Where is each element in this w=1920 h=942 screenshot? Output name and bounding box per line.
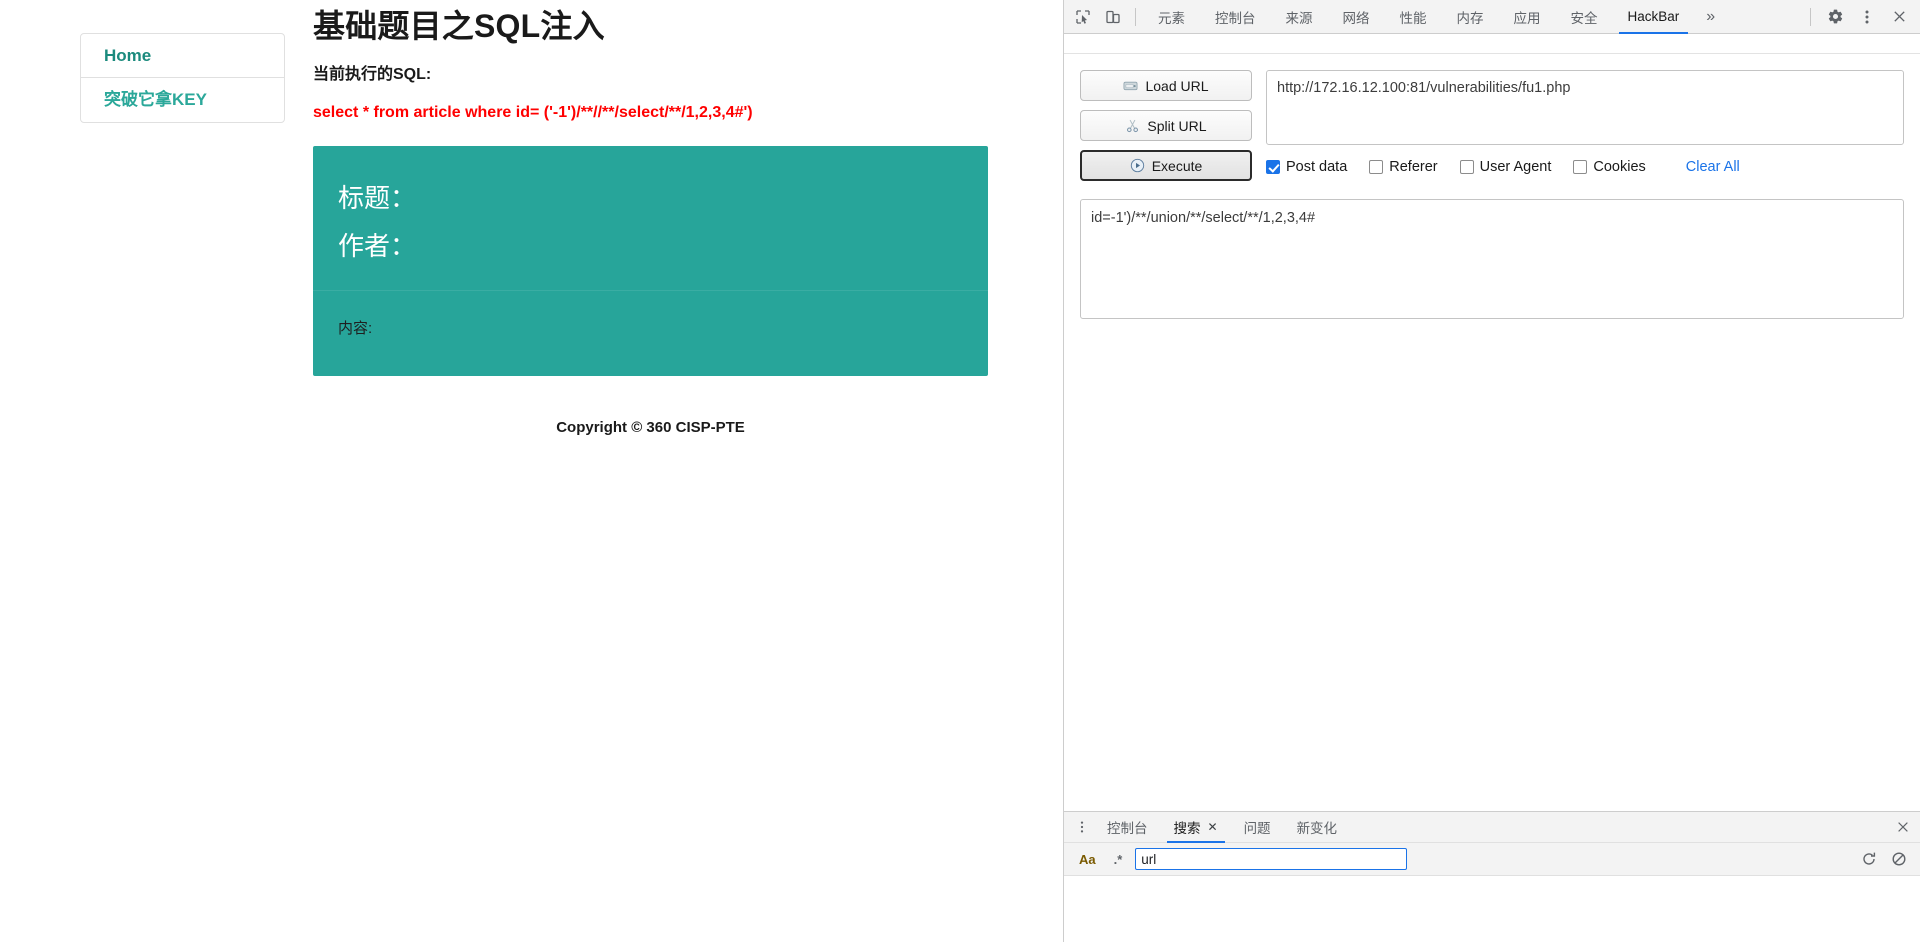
clear-all-link[interactable]: Clear All [1686,159,1740,175]
match-case-toggle[interactable]: Aa [1074,850,1101,869]
devtools-toolbar-actions [1803,3,1916,31]
sidebar-item-home[interactable]: Home [81,34,284,78]
sidebar-item-getkey-label: 突破它拿KEY [104,90,207,109]
device-toolbar-icon[interactable] [1098,3,1128,31]
search-results-area [1064,876,1920,941]
tab-security-label: 安全 [1570,10,1598,26]
drawer-tab-console[interactable]: 控制台 [1094,812,1161,843]
user-agent-checkbox[interactable] [1459,160,1474,174]
split-url-label: Split URL [1147,117,1207,134]
split-url-button[interactable]: Split URL [1080,110,1252,141]
web-page-viewport: Home 突破它拿KEY 基础题目之SQL注入 当前执行的SQL: select… [0,0,1063,942]
screenshot-root: Home 突破它拿KEY 基础题目之SQL注入 当前执行的SQL: select… [0,0,1920,942]
option-user-agent[interactable]: User Agent [1459,159,1552,175]
execute-label: Execute [1151,157,1203,174]
devtools-panel: 元素 控制台 来源 网络 性能 内存 应用 安全 HackBar » Load … [1063,0,1920,942]
search-toolbar: Aa .* [1064,843,1920,876]
close-icon[interactable] [1884,3,1914,31]
drawer-tab-search-close-icon[interactable]: ✕ [1208,820,1218,834]
drawer-tab-search[interactable]: 搜索 ✕ [1161,812,1231,843]
referer-label: Referer [1389,159,1438,175]
tab-performance[interactable]: 性能 [1385,0,1442,34]
tab-sources[interactable]: 来源 [1271,0,1328,34]
post-data-checkbox[interactable] [1266,160,1280,174]
hackbar-url-section: Post data Referer User Agent Cookie [1266,70,1904,181]
regex-toggle[interactable]: .* [1109,850,1128,869]
tab-console[interactable]: 控制台 [1200,0,1271,34]
tab-hackbar[interactable]: HackBar [1613,0,1695,34]
drawer-tab-whatsnew[interactable]: 新变化 [1284,812,1351,843]
user-agent-label: User Agent [1479,159,1552,175]
tab-application-label: 应用 [1513,10,1541,26]
option-referer[interactable]: Referer [1369,159,1438,175]
hackbar-panel: Load URL Split URL Execute http://172.16… [1064,34,1920,942]
result-author-field: 作者： [338,231,417,262]
cookies-checkbox[interactable] [1573,160,1588,174]
drawer-kebab-icon[interactable] [1070,820,1094,834]
tab-application[interactable]: 应用 [1499,0,1556,34]
load-url-icon [1123,78,1138,93]
scissors-icon [1125,118,1140,133]
result-panel-header: 标题： 作者： [313,146,988,292]
page-title: 基础题目之SQL注入 [313,8,605,44]
post-data-label: Post data [1286,159,1348,175]
tab-security[interactable]: 安全 [1556,0,1613,34]
post-data-input[interactable] [1080,199,1904,319]
inspect-cursor-icon[interactable] [1068,3,1098,31]
page-content: 基础题目之SQL注入 当前执行的SQL: select * from artic… [313,0,1013,436]
result-panel-body: 内容: [313,291,988,376]
devtools-tab-strip: 元素 控制台 来源 网络 性能 内存 应用 安全 HackBar » [1143,0,1803,34]
load-url-label: Load URL [1145,77,1209,94]
drawer-tab-console-label: 控制台 [1107,821,1148,836]
gear-icon[interactable] [1820,3,1850,31]
hackbar-action-buttons: Load URL Split URL Execute [1080,70,1252,181]
drawer-tab-search-label: 搜索 [1173,821,1201,836]
referer-checkbox[interactable] [1369,160,1384,174]
devtools-toolbar: 元素 控制台 来源 网络 性能 内存 应用 安全 HackBar » [1064,0,1920,34]
option-cookies[interactable]: Cookies [1573,159,1646,175]
sql-statement: select * from article where id= ('-1')/*… [313,104,753,121]
execute-button[interactable]: Execute [1080,150,1252,181]
option-post-data[interactable]: Post data [1266,159,1347,175]
drawer-tab-whatsnew-label: 新变化 [1296,821,1338,836]
clear-icon[interactable] [1888,848,1910,870]
tab-memory-label: 内存 [1456,10,1484,26]
url-input[interactable] [1266,70,1904,145]
tab-memory[interactable]: 内存 [1442,0,1499,34]
result-content-field: 内容: [338,320,373,338]
cookies-label: Cookies [1593,159,1646,175]
tab-sources-label: 来源 [1285,10,1313,26]
tab-network[interactable]: 网络 [1328,0,1385,34]
kebab-menu-icon[interactable] [1852,3,1882,31]
tab-performance-label: 性能 [1399,10,1427,26]
hackbar-options-row: Post data Referer User Agent Cookies Cle… [1266,159,1904,175]
result-title-field: 标题： [338,183,417,213]
sidebar-nav: Home 突破它拿KEY [80,33,285,123]
result-panel: 标题： 作者： 内容: [313,146,988,377]
page-footer: Copyright © 360 CISP-PTE [556,419,745,437]
tab-console-label: 控制台 [1215,10,1256,26]
drawer-tab-issues-label: 问题 [1243,821,1271,836]
sidebar-item-getkey[interactable]: 突破它拿KEY [81,78,284,122]
load-url-button[interactable]: Load URL [1080,70,1252,101]
drawer-close-icon[interactable] [1896,820,1910,834]
sidebar-item-home-label: Home [104,46,152,65]
sql-label: 当前执行的SQL: [313,66,432,83]
refresh-icon[interactable] [1858,848,1880,870]
more-tabs-icon[interactable]: » [1694,0,1727,34]
tab-network-label: 网络 [1342,10,1370,26]
tab-hackbar-label: HackBar [1627,9,1680,24]
toolbar-divider [1135,7,1136,26]
tab-elements-label: 元素 [1158,10,1185,26]
drawer-tab-issues[interactable]: 问题 [1231,812,1284,843]
play-icon [1130,158,1145,173]
drawer-tab-strip: 控制台 搜索 ✕ 问题 新变化 [1064,812,1920,843]
hackbar-controls: Load URL Split URL Execute http://172.16… [1064,54,1920,181]
hackbar-top-strip [1064,34,1920,54]
tab-elements[interactable]: 元素 [1143,0,1200,34]
search-input[interactable] [1135,848,1408,870]
toolbar-divider-2 [1810,7,1811,26]
devtools-drawer: 控制台 搜索 ✕ 问题 新变化 Aa .* url [1064,811,1920,942]
